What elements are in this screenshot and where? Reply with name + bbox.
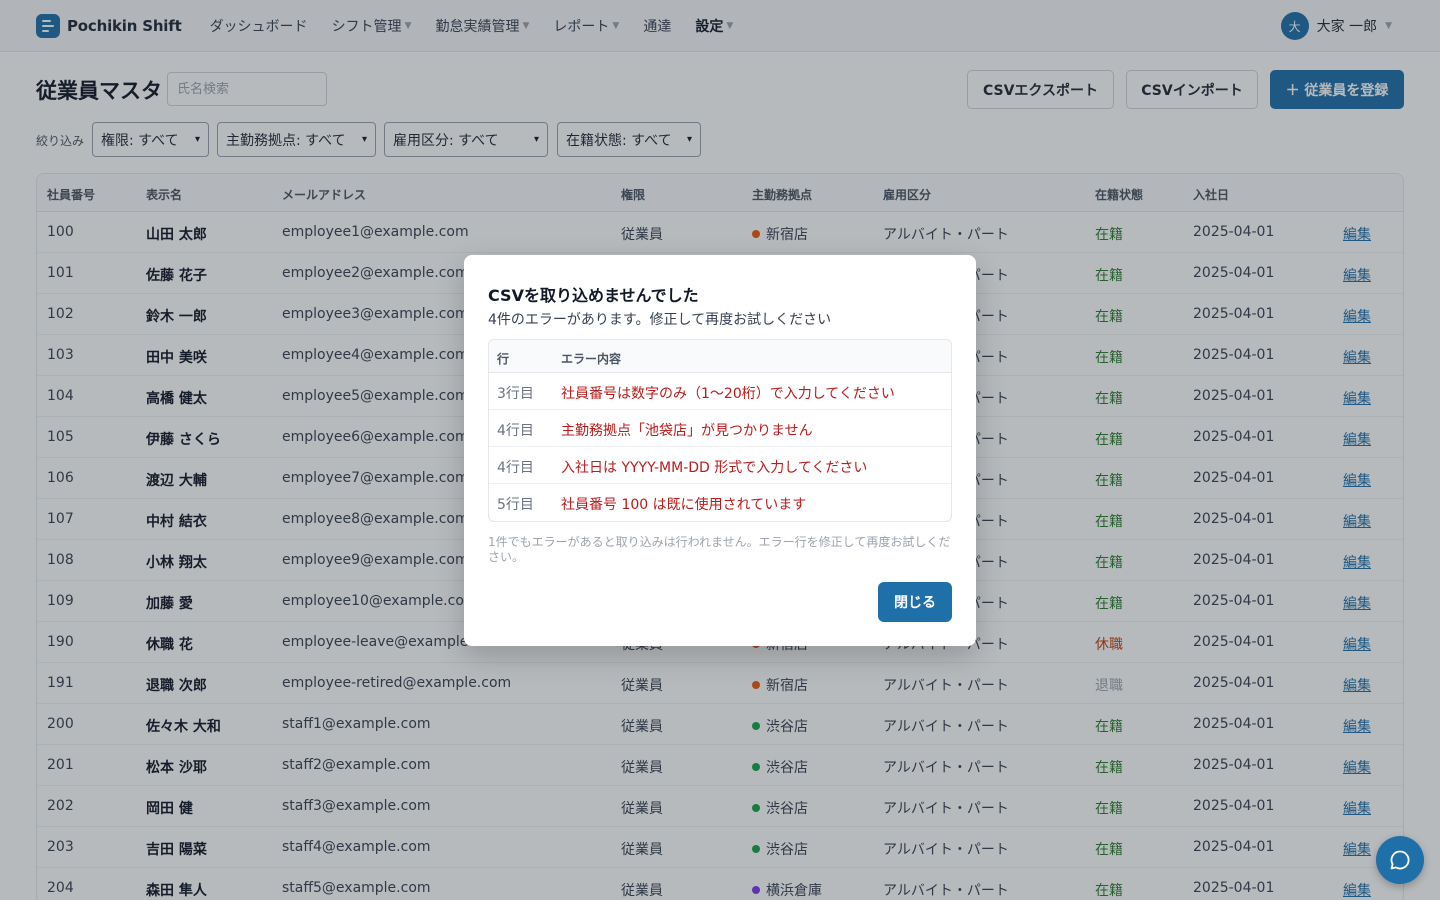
chat-bubble-icon: [1390, 850, 1410, 870]
error-message: 主勤務拠点「池袋店」が見つかりません: [561, 423, 813, 439]
error-row: 4行目 入社日は YYYY-MM-DD 形式で入力してください: [489, 447, 951, 484]
csv-error-dialog: CSVを取り込めませんでした 4件のエラーがあります。修正して再度お試しください…: [464, 255, 976, 646]
error-message: 社員番号は数字のみ（1〜20桁）で入力してください: [561, 386, 895, 402]
dialog-note: 1件でもエラーがあると取り込みは行われません。エラー行を修正して再度お試しくださ…: [488, 535, 951, 564]
error-message: 社員番号 100 は既に使用されています: [561, 497, 807, 513]
chat-button[interactable]: [1376, 836, 1424, 884]
error-line: 4行目: [497, 460, 534, 476]
error-row: 5行目 社員番号 100 は既に使用されています: [489, 484, 951, 521]
error-header-line: 行: [497, 352, 510, 366]
error-row: 3行目 社員番号は数字のみ（1〜20桁）で入力してください: [489, 373, 951, 410]
error-message: 入社日は YYYY-MM-DD 形式で入力してください: [561, 460, 868, 476]
error-line: 5行目: [497, 497, 534, 513]
dialog-title: CSVを取り込めませんでした: [488, 286, 699, 305]
error-line: 4行目: [497, 423, 534, 439]
close-button[interactable]: 閉じる: [878, 582, 952, 622]
error-line: 3行目: [497, 386, 534, 402]
error-header-message: エラー内容: [561, 352, 622, 366]
error-table: 行 エラー内容 3行目 社員番号は数字のみ（1〜20桁）で入力してください 4行目 主…: [488, 339, 952, 522]
error-table-header: 行 エラー内容: [489, 340, 951, 373]
dialog-subtitle: 4件のエラーがあります。修正して再度お試しください: [488, 312, 832, 328]
error-row: 4行目 主勤務拠点「池袋店」が見つかりません: [489, 410, 951, 447]
